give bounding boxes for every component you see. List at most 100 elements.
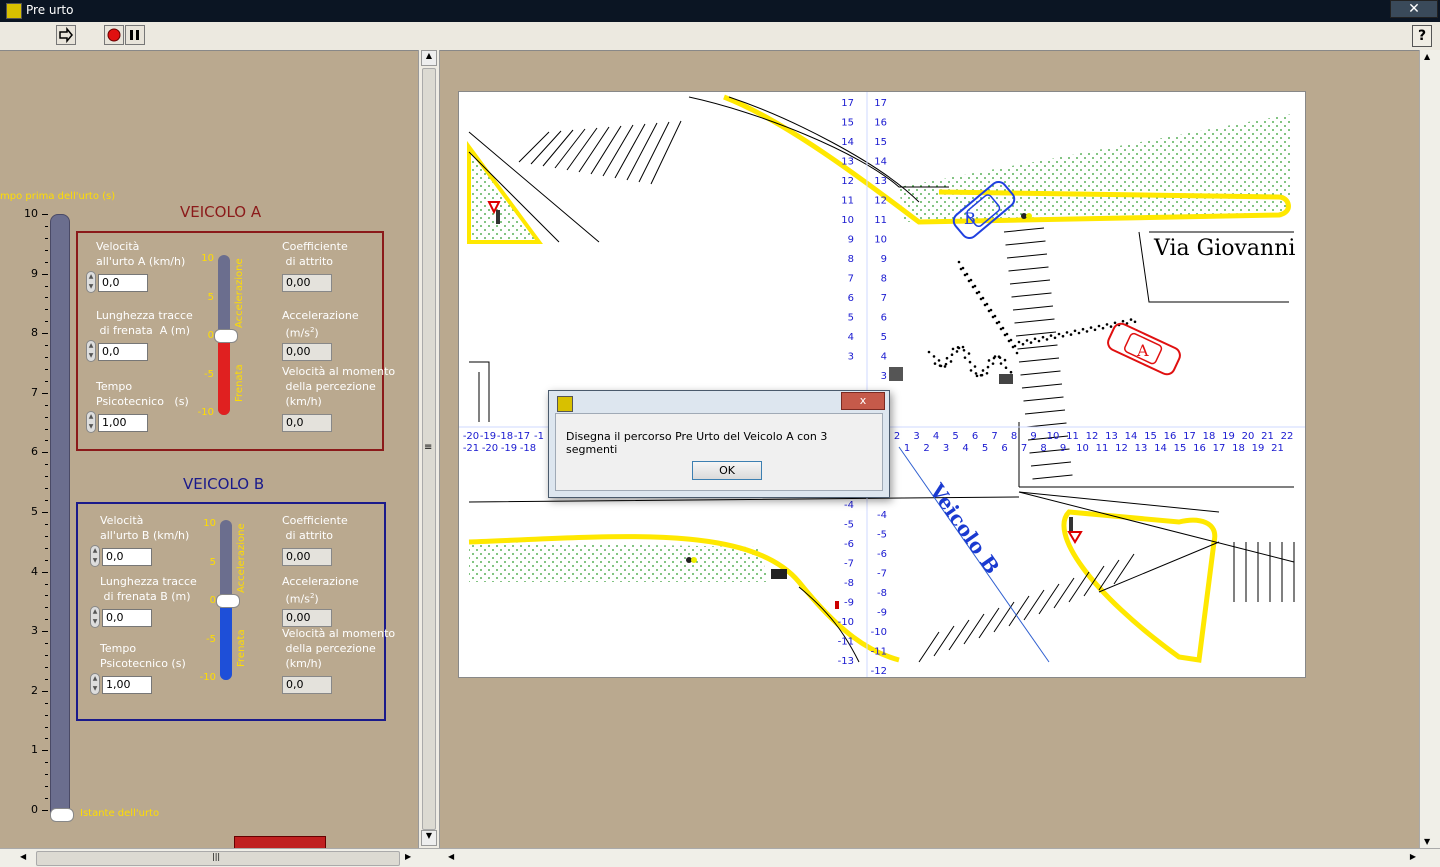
splitter-scroll-up-icon[interactable]: ▲: [421, 50, 437, 66]
veicolo-b-gauge[interactable]: 10 5 0 -5 -10 Accelerazione Frenata: [198, 518, 268, 688]
horizontal-scrollbar[interactable]: ◀ ||| ▶ ◀ ▶: [0, 848, 1440, 867]
vertical-scrollbar[interactable]: ▲ ▼: [1419, 50, 1440, 848]
time-minor-tick: [45, 321, 48, 323]
time-minor-tick: [45, 762, 48, 764]
veicolo-a-tempo-spinner[interactable]: ▲ ▼: [86, 411, 96, 433]
veicolo-a-len-spinner[interactable]: ▲ ▼: [86, 340, 96, 362]
scroll-left-icon-2[interactable]: ◀: [448, 852, 454, 861]
time-tick-mark: [42, 690, 48, 692]
axis-tick-label: 12: [1086, 431, 1099, 442]
time-minor-tick: [45, 786, 48, 788]
axis-tick-label: -5: [877, 530, 887, 541]
veicolo-b-coef-value: 0,00: [282, 548, 332, 566]
scene-map[interactable]: B A Via Giovanni Veicolo B 17 15 14 13 12 11 1…: [458, 91, 1306, 678]
veicolo-b-tempo-input[interactable]: 1,00: [102, 676, 152, 694]
veicolo-a-vel-input[interactable]: 0,0: [98, 274, 148, 292]
skid-dot: [975, 374, 979, 378]
veicolo-b-vel-input[interactable]: 0,0: [102, 548, 152, 566]
veicolo-a-coef-label: Coefficiente di attrito: [282, 240, 348, 268]
axis-tick-label: 9: [881, 254, 887, 265]
time-slider-handle[interactable]: [50, 808, 74, 822]
skid-dot: [1033, 337, 1037, 341]
axis-tick-label: 21: [1261, 431, 1274, 442]
crosswalk-stripe: [590, 125, 622, 175]
crosswalk-stripe: [650, 120, 682, 185]
crosswalk-stripe: [1014, 318, 1055, 324]
ok-button[interactable]: OK: [692, 461, 762, 480]
veicolo-b-vel-spinner[interactable]: ▲ ▼: [90, 545, 100, 567]
hscroll-grip-icon: |||: [212, 852, 221, 861]
scroll-left-icon[interactable]: ◀: [20, 852, 26, 861]
time-minor-tick: [45, 619, 48, 621]
veicolo-a-len-input[interactable]: 0,0: [98, 343, 148, 361]
axis-tick-label: 8: [1040, 443, 1046, 454]
skid-dot: [989, 308, 993, 312]
time-tick-mark: [42, 810, 48, 811]
crosswalk-stripe: [1023, 396, 1064, 402]
splitter-scroll-down-icon[interactable]: ▼: [421, 830, 437, 846]
dialog-close-button[interactable]: x: [841, 392, 885, 410]
axis-tick-label: 12: [874, 196, 887, 207]
skid-dot: [937, 359, 941, 362]
crosswalk-stripe: [1003, 227, 1045, 233]
veicolo-a-vel-spinner[interactable]: ▲ ▼: [86, 271, 96, 293]
veicolo-b-len-input[interactable]: 0,0: [102, 609, 152, 627]
axis-tick-label: 8: [848, 254, 854, 265]
crosswalk-stripe: [1053, 577, 1075, 609]
skid-dot: [1053, 336, 1057, 340]
axis-tick-label: 2: [923, 443, 929, 454]
run-arrow-icon[interactable]: [56, 25, 76, 45]
scroll-right-icon-2[interactable]: ▶: [1410, 852, 1416, 861]
axis-tick-label: -4: [844, 500, 854, 511]
help-button[interactable]: ?: [1412, 25, 1432, 47]
skid-dot: [944, 362, 948, 366]
time-slider-track[interactable]: [50, 214, 70, 820]
crosswalk-stripe: [1008, 266, 1049, 272]
veicolo-a-gauge[interactable]: 10 5 0 -5 -10 Accelerazione Frenata: [196, 253, 266, 423]
pane-splitter[interactable]: ▲ ≡ ▼: [418, 50, 440, 848]
crosswalk-stripe: [1021, 383, 1063, 389]
veicolo-a-tempo-input[interactable]: 1,00: [98, 414, 148, 432]
veicolo-b-tempo-spinner[interactable]: ▲ ▼: [90, 673, 100, 695]
veicolo-a-tempo-label: Tempo Psicotecnico (s): [96, 380, 189, 408]
skid-dot: [1069, 333, 1073, 336]
skid-dot: [1101, 326, 1105, 330]
axis-tick-label: -4: [877, 510, 887, 521]
skid-dot: [968, 360, 972, 364]
pause-icon[interactable]: [125, 25, 145, 45]
hscroll-thumb[interactable]: |||: [36, 851, 400, 866]
axis-tick-label: 13: [874, 176, 887, 187]
axis-tick-label: -10: [838, 617, 854, 628]
scroll-up-icon[interactable]: ▲: [1424, 52, 1430, 61]
axis-tick-label: 7: [881, 293, 887, 304]
skid-dot: [1021, 342, 1025, 346]
axis-tick-label: 19: [1252, 443, 1265, 454]
skid-dot: [999, 362, 1003, 365]
skid-dot: [1041, 335, 1045, 339]
axis-tick-label: -1: [534, 431, 544, 442]
skid-dot: [962, 348, 966, 352]
window-close-button[interactable]: ✕: [1390, 0, 1438, 18]
skid-dot: [932, 355, 936, 358]
gauge-tick-label: -5: [204, 368, 214, 380]
stop-icon[interactable]: [104, 25, 124, 45]
axis-tick-label: 9: [1030, 431, 1036, 442]
axis-tick-label: 17: [1213, 443, 1226, 454]
gauge-bottom-label: Frenata: [236, 629, 247, 667]
skid-dot: [985, 371, 989, 375]
time-tick-mark: [42, 273, 48, 275]
skid-dot: [1003, 358, 1007, 362]
skid-dot: [1089, 326, 1093, 329]
time-tick-label: 6: [31, 445, 38, 459]
veicolo-b-len-spinner[interactable]: ▲ ▼: [90, 606, 100, 628]
grass-area-ne: [899, 114, 1291, 222]
scroll-down-icon[interactable]: ▼: [1424, 837, 1430, 846]
veicolo-a-coef-value: 0,00: [282, 274, 332, 292]
axis-tick-label: 3: [913, 431, 919, 442]
veicolo-b-panel: Velocità all'urto B (km/h) ▲ ▼ 0,0 Lunghe…: [76, 502, 395, 721]
axis-tick-label: 12: [841, 176, 854, 187]
scroll-right-icon[interactable]: ▶: [405, 852, 411, 861]
crosswalk-stripe: [918, 631, 940, 663]
time-minor-tick: [45, 738, 48, 740]
axis-tick-label: 9: [848, 235, 854, 246]
